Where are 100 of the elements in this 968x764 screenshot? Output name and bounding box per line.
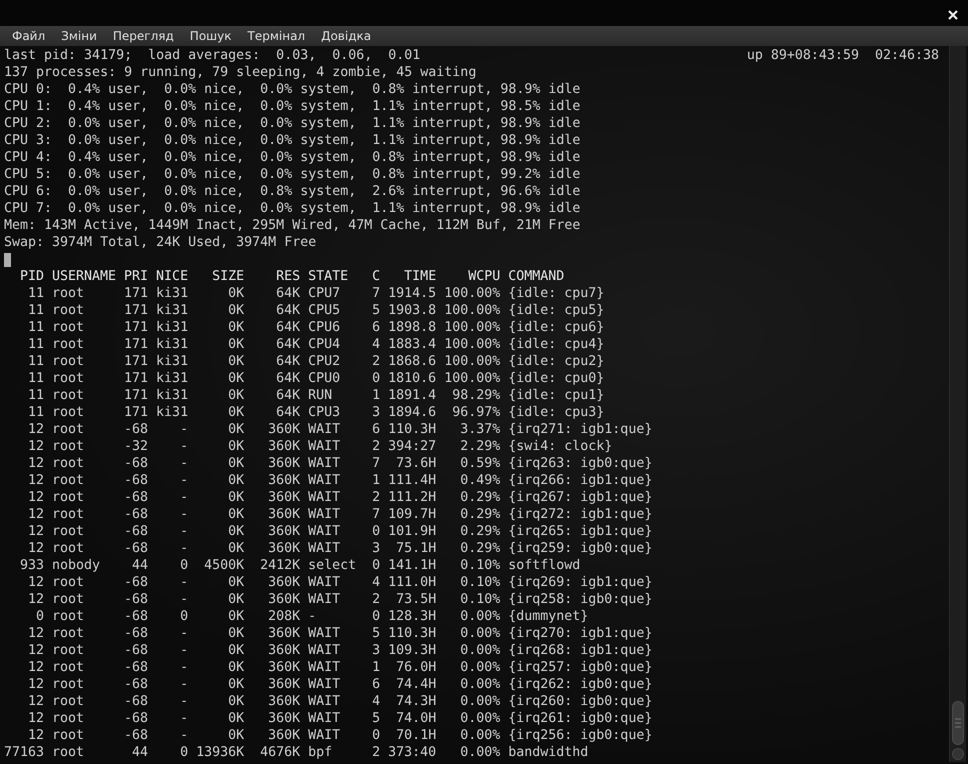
scroll-end-button[interactable] [952,748,964,760]
menu-item[interactable]: Файл [4,29,54,43]
table-cell: root [52,608,84,625]
table-cell: 6 [372,319,380,336]
uptime-text: up 89+08:43:59 [746,47,859,64]
table-cell: 0.59% [460,455,500,472]
table-cell: 11 [28,387,44,404]
table-cell: - [180,438,188,455]
table-cell: WAIT [308,540,340,557]
table-cell: 171 [124,302,148,319]
table-cell: 171 [124,370,148,387]
table-cell: -32 [124,438,148,455]
table-cell: 64K [276,404,300,421]
table-cell: nobody [52,557,100,574]
table-cell: 12 [28,421,44,438]
table-cell: 110.3H [388,625,436,642]
table-cell: 2412K [260,557,300,574]
table-cell: root [52,693,84,710]
table-cell: 5 [372,625,380,642]
table-cell: 0 [372,523,380,540]
table-cell: - [308,608,316,625]
table-cell: 360K [268,727,300,744]
menu-item[interactable]: Пошук [182,29,240,43]
text-cursor [4,253,11,267]
table-cell: 0.00% [460,676,500,693]
table-cell: 12 [28,472,44,489]
scrollbar-thumb[interactable] [952,701,964,745]
table-cell: 0K [228,438,244,455]
table-cell: 74.3H [396,693,436,710]
table-cell: 0 [36,608,44,625]
table-cell: 360K [268,710,300,727]
table-cell: 1 [372,659,380,676]
table-cell: 12 [28,693,44,710]
table-cell: 1914.5 [388,285,436,302]
table-cell: CPU3 [308,404,340,421]
table-cell: 7 [372,285,380,302]
table-cell: 171 [124,336,148,353]
scrollbar-track[interactable] [949,46,966,762]
table-cell: ki31 [156,319,188,336]
table-cell: 171 [124,404,148,421]
table-cell: 73.6H [396,455,436,472]
table-cell: 0K [228,285,244,302]
table-cell: 12 [28,438,44,455]
table-cell: 360K [268,472,300,489]
table-cell: 0K [228,574,244,591]
table-cell: 128.3H [388,608,436,625]
table-cell: root [52,506,84,523]
table-cell: root [52,727,84,744]
table-cell: 360K [268,659,300,676]
table-cell: 1903.8 [388,302,436,319]
table-cell: root [52,455,84,472]
table-cell: 0.49% [460,472,500,489]
table-cell: {irq272: igb1:que} [508,506,652,523]
table-cell: - [180,523,188,540]
table-cell: root [52,370,84,387]
table-cell: root [52,540,84,557]
table-cell: 3 [372,404,380,421]
terminal-line: CPU 6: 0.0% user, 0.0% nice, 0.8% system, 2.6% interrupt, 96.6% idle [4,183,582,200]
table-cell: WAIT [308,591,340,608]
table-cell: CPU6 [308,319,340,336]
table-cell: - [180,727,188,744]
table-cell: {irq263: igb0:que} [508,455,652,472]
table-cell: 64K [276,387,300,404]
table-cell: 360K [268,676,300,693]
table-cell: 171 [124,285,148,302]
table-cell: 0 [372,370,380,387]
column-header: STATE [308,268,348,285]
terminal-line: CPU 4: 0.4% user, 0.0% nice, 0.0% system, 0.8% interrupt, 98.9% idle [4,149,582,166]
grip-icon [955,717,961,729]
table-cell: -68 [124,676,148,693]
table-cell: 0K [228,353,244,370]
table-cell: 0K [228,676,244,693]
column-header: C [372,268,380,285]
table-cell: {idle: cpu1} [508,387,604,404]
table-cell: 0K [228,659,244,676]
table-cell: CPU2 [308,353,340,370]
menu-item[interactable]: Довідка [313,29,380,43]
table-cell: -68 [124,591,148,608]
table-cell: root [52,336,84,353]
table-cell: 373:40 [388,744,436,761]
menu-item[interactable]: Перегляд [104,29,182,43]
table-cell: CPU0 [308,370,340,387]
table-cell: 0.00% [460,727,500,744]
menu-item[interactable]: Термінал [240,29,314,43]
table-cell: 5 [372,710,380,727]
menu-item[interactable]: Зміни [53,29,105,43]
table-cell: 0.00% [460,659,500,676]
table-cell: WAIT [308,676,340,693]
table-cell: - [180,676,188,693]
table-cell: 7 [372,455,380,472]
table-cell: 2 [372,744,380,761]
table-cell: ki31 [156,370,188,387]
table-cell: 100.00% [444,319,500,336]
close-icon[interactable] [948,10,958,20]
table-cell: 360K [268,693,300,710]
table-cell: 64K [276,370,300,387]
table-cell: 0K [228,370,244,387]
table-cell: 44 [132,744,148,761]
table-cell: 360K [268,489,300,506]
table-cell: 2 [372,438,380,455]
